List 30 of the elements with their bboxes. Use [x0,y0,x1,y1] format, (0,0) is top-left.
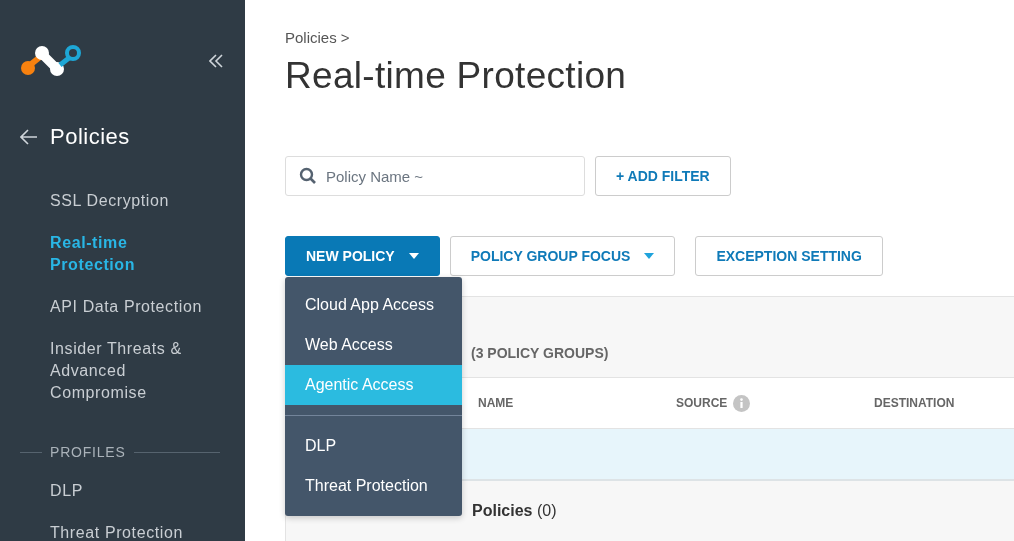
menu-item[interactable]: DLP [285,426,462,466]
sidebar-item[interactable]: Insider Threats & Advanced Compromise [50,338,210,404]
info-icon [733,394,751,412]
menu-item[interactable]: Cloud App Access [285,285,462,325]
sidebar-item[interactable]: DLP [50,480,210,502]
back-arrow-icon[interactable] [20,129,38,145]
search-field[interactable]: Policy Name ~ [285,156,585,196]
toolbar-button[interactable]: POLICY GROUP FOCUS [449,236,676,276]
sidebar-item[interactable]: SSL Decryption [50,190,210,212]
sidebar-title: Policies [50,124,130,150]
caret-icon [644,253,655,259]
column-header[interactable]: DESTINATION [874,396,955,410]
column-header[interactable]: SOURCE [676,396,728,410]
breadcrumb[interactable]: Policies > [285,29,1014,46]
toolbar-button[interactable]: EXCEPTION SETTING [695,236,883,276]
collapse-icon[interactable] [209,54,223,68]
policy-summary: (3 POLICY GROUPS) [471,345,609,361]
column-header[interactable]: NAME [478,396,514,410]
sidebar-item[interactable]: API Data Protection [50,296,210,318]
caret-icon [408,253,419,259]
toolbar-button[interactable]: NEW POLICY [285,236,440,276]
section-heading: PROFILES [50,444,126,460]
sidebar-item[interactable]: Real-time Protection [50,232,210,276]
policy-group-name[interactable]: Policies (0) [472,502,557,520]
logo-icon [20,45,82,77]
add-filter-button[interactable]: + ADD FILTER [595,156,731,196]
menu-item[interactable]: Web Access [285,325,462,365]
menu-item[interactable]: Threat Protection [285,466,462,506]
page-title: Real-time Protection [285,55,628,97]
sidebar-item[interactable]: Threat Protection [50,522,210,541]
